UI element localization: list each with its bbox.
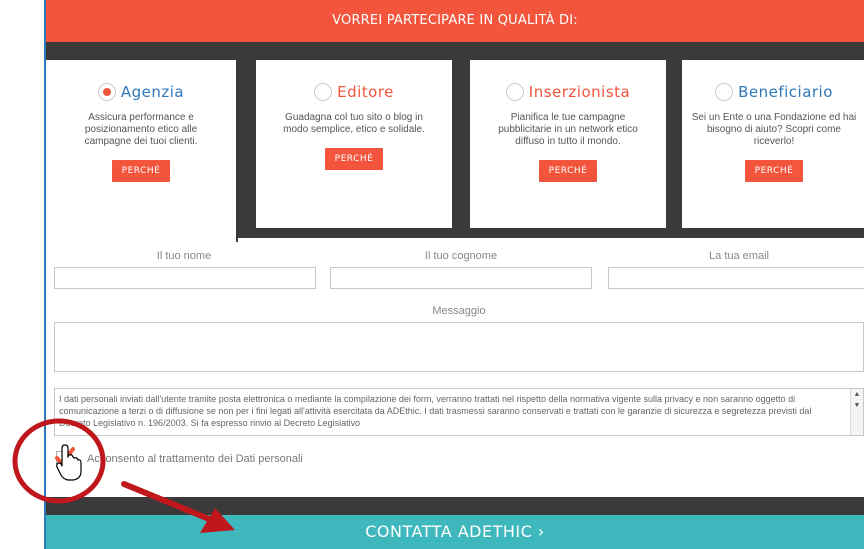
privacy-scrollbar[interactable]: ▲ ▼ <box>850 389 863 435</box>
role-description: Guadagna col tuo sito o blog in modo sem… <box>283 112 425 135</box>
role-name: Editore <box>337 83 394 101</box>
surname-label: Il tuo cognome <box>424 250 498 262</box>
perche-button-agenzia[interactable]: PERCHÉ <box>111 160 171 182</box>
footer-band <box>46 497 864 515</box>
email-input[interactable] <box>608 267 864 289</box>
role-card-editore[interactable]: Editore Guadagna col tuo sito o blog in … <box>256 60 452 228</box>
email-label: La tua email <box>709 250 769 262</box>
contact-button[interactable]: CONTATTA ADETHIC › <box>46 515 864 549</box>
surname-input[interactable] <box>330 267 592 289</box>
section-title: VORREI PARTECIPARE IN QUALITÀ DI: <box>46 0 864 42</box>
role-card-agenzia[interactable]: Agenzia Assicura performance e posiziona… <box>46 60 238 242</box>
role-name: Agenzia <box>120 83 185 101</box>
role-description: Sei un Ente o una Fondazione ed hai biso… <box>691 112 857 147</box>
name-input[interactable] <box>54 267 316 289</box>
consent-checkbox[interactable] <box>55 447 75 467</box>
perche-button-beneficiario[interactable]: PERCHÉ <box>744 160 804 182</box>
radio-editore[interactable] <box>314 83 333 101</box>
radio-agenzia[interactable] <box>97 83 116 101</box>
scroll-up-icon[interactable]: ▲ <box>851 389 863 400</box>
message-label: Messaggio <box>432 305 486 317</box>
role-description: Pianifica le tue campagne pubblicitarie … <box>498 112 638 147</box>
perche-button-inserzionista[interactable]: PERCHÉ <box>538 160 598 182</box>
role-card-inserzionista[interactable]: Inserzionista Pianifica le tue campagne … <box>470 60 666 228</box>
message-textarea[interactable] <box>54 322 864 372</box>
role-name: Beneficiario <box>738 83 833 101</box>
scroll-down-icon[interactable]: ▼ <box>851 400 863 411</box>
name-label: Il tuo nome <box>156 250 212 262</box>
radio-inserzionista[interactable] <box>505 83 524 101</box>
privacy-text: I dati personali inviati dall'utente tra… <box>59 394 812 428</box>
checkmark-icon <box>55 447 75 466</box>
role-name: Inserzionista <box>528 83 631 101</box>
role-description: Assicura performance e posizionamento et… <box>84 112 198 147</box>
consent-label: Acconsento al trattamento dei Dati perso… <box>87 453 303 465</box>
consent-row: Acconsento al trattamento dei Dati perso… <box>55 447 303 467</box>
signup-panel: VORREI PARTECIPARE IN QUALITÀ DI: Agenzi… <box>44 0 864 549</box>
privacy-textbox[interactable]: I dati personali inviati dall'utente tra… <box>54 388 864 436</box>
role-card-beneficiario[interactable]: Beneficiario Sei un Ente o una Fondazion… <box>682 60 864 228</box>
radio-beneficiario[interactable] <box>715 83 734 101</box>
perche-button-editore[interactable]: PERCHÉ <box>324 148 384 170</box>
